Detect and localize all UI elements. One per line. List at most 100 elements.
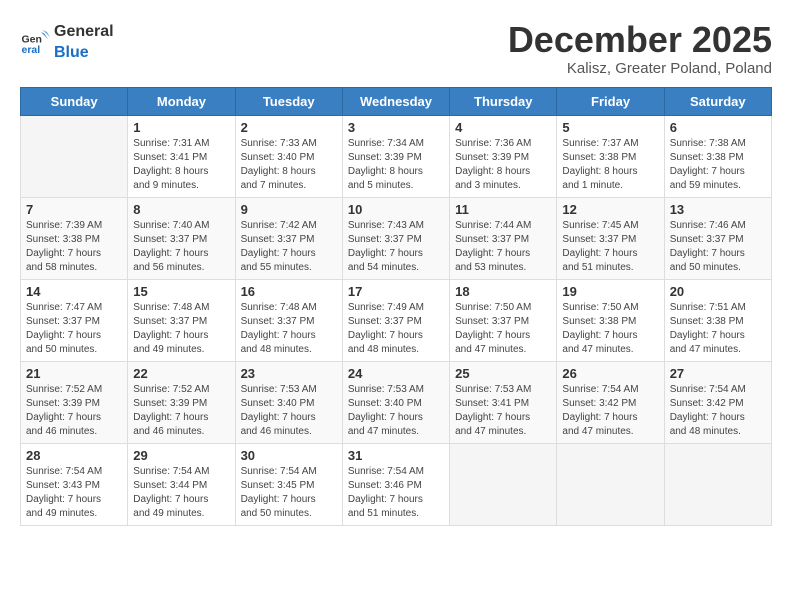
calendar-cell: [664, 443, 771, 525]
day-info: Sunrise: 7:54 AMSunset: 3:46 PMDaylight:…: [348, 465, 444, 521]
day-info: Sunrise: 7:47 AMSunset: 3:37 PMDaylight:…: [26, 301, 122, 357]
calendar-cell: 26Sunrise: 7:54 AMSunset: 3:42 PMDayligh…: [557, 361, 664, 443]
day-number: 27: [670, 366, 766, 381]
calendar-cell: 11Sunrise: 7:44 AMSunset: 3:37 PMDayligh…: [450, 197, 557, 279]
day-info: Sunrise: 7:48 AMSunset: 3:37 PMDaylight:…: [241, 301, 337, 357]
calendar-cell: 1 Sunrise: 7:31 AMSunset: 3:41 PMDaylight…: [128, 115, 235, 197]
calendar-cell: 17 Sunrise: 7:49 AMSunset: 3:37 PMDayligh…: [342, 279, 449, 361]
calendar-cell: 13Sunrise: 7:46 AMSunset: 3:37 PMDayligh…: [664, 197, 771, 279]
calendar-week-5: 28Sunrise: 7:54 AMSunset: 3:43 PMDayligh…: [21, 443, 772, 525]
calendar-cell: 12Sunrise: 7:45 AMSunset: 3:37 PMDayligh…: [557, 197, 664, 279]
day-info: Sunrise: 7:54 AMSunset: 3:42 PMDaylight:…: [670, 383, 766, 439]
day-number: 18: [455, 284, 551, 299]
weekday-header-tuesday: Tuesday: [235, 87, 342, 115]
day-number: 19: [562, 284, 658, 299]
calendar-cell: 30Sunrise: 7:54 AMSunset: 3:45 PMDayligh…: [235, 443, 342, 525]
logo-blue: Blue: [54, 44, 89, 61]
calendar-cell: 8Sunrise: 7:40 AMSunset: 3:37 PMDaylight…: [128, 197, 235, 279]
calendar-cell: 10Sunrise: 7:43 AMSunset: 3:37 PMDayligh…: [342, 197, 449, 279]
day-info: Sunrise: 7:34 AMSunset: 3:39 PMDaylight:…: [348, 137, 444, 193]
day-number: 22: [133, 366, 229, 381]
calendar-cell: 29 Sunrise: 7:54 AMSunset: 3:44 PMDayligh…: [128, 443, 235, 525]
day-info: Sunrise: 7:50 AMSunset: 3:38 PMDaylight:…: [562, 301, 658, 357]
day-number: 29: [133, 448, 229, 463]
calendar-cell: 25 Sunrise: 7:53 AMSunset: 3:41 PMDayligh…: [450, 361, 557, 443]
day-number: 15: [133, 284, 229, 299]
calendar-cell: 18Sunrise: 7:50 AMSunset: 3:37 PMDayligh…: [450, 279, 557, 361]
day-number: 4: [455, 120, 551, 135]
calendar-table: SundayMondayTuesdayWednesdayThursdayFrid…: [20, 87, 772, 526]
calendar-week-4: 21 Sunrise: 7:52 AMSunset: 3:39 PMDayligh…: [21, 361, 772, 443]
day-number: 3: [348, 120, 444, 135]
calendar-cell: 7 Sunrise: 7:39 AMSunset: 3:38 PMDaylight…: [21, 197, 128, 279]
calendar-week-2: 7 Sunrise: 7:39 AMSunset: 3:38 PMDaylight…: [21, 197, 772, 279]
calendar-cell: 15 Sunrise: 7:48 AMSunset: 3:37 PMDayligh…: [128, 279, 235, 361]
day-number: 2: [241, 120, 337, 135]
calendar-cell: 24Sunrise: 7:53 AMSunset: 3:40 PMDayligh…: [342, 361, 449, 443]
day-number: 14: [26, 284, 122, 299]
day-info: Sunrise: 7:48 AMSunset: 3:37 PMDaylight:…: [133, 301, 229, 357]
calendar-week-3: 14 Sunrise: 7:47 AMSunset: 3:37 PMDayligh…: [21, 279, 772, 361]
svg-text:eral: eral: [22, 44, 41, 56]
weekday-header-saturday: Saturday: [664, 87, 771, 115]
weekday-header-thursday: Thursday: [450, 87, 557, 115]
day-number: 25: [455, 366, 551, 381]
calendar-cell: 2Sunrise: 7:33 AMSunset: 3:40 PMDaylight…: [235, 115, 342, 197]
day-info: Sunrise: 7:43 AMSunset: 3:37 PMDaylight:…: [348, 219, 444, 275]
calendar-cell: 28Sunrise: 7:54 AMSunset: 3:43 PMDayligh…: [21, 443, 128, 525]
day-info: Sunrise: 7:49 AMSunset: 3:37 PMDaylight:…: [348, 301, 444, 357]
calendar-cell: 14 Sunrise: 7:47 AMSunset: 3:37 PMDayligh…: [21, 279, 128, 361]
day-info: Sunrise: 7:36 AMSunset: 3:39 PMDaylight:…: [455, 137, 551, 193]
day-number: 30: [241, 448, 337, 463]
calendar-cell: 31 Sunrise: 7:54 AMSunset: 3:46 PMDayligh…: [342, 443, 449, 525]
logo-general: General: [54, 23, 114, 40]
calendar-cell: [21, 115, 128, 197]
calendar-cell: 6 Sunrise: 7:38 AMSunset: 3:38 PMDaylight…: [664, 115, 771, 197]
day-number: 26: [562, 366, 658, 381]
day-number: 17: [348, 284, 444, 299]
day-number: 6: [670, 120, 766, 135]
day-info: Sunrise: 7:38 AMSunset: 3:38 PMDaylight:…: [670, 137, 766, 193]
day-number: 9: [241, 202, 337, 217]
calendar-cell: [557, 443, 664, 525]
day-info: Sunrise: 7:37 AMSunset: 3:38 PMDaylight:…: [562, 137, 658, 193]
day-info: Sunrise: 7:53 AMSunset: 3:41 PMDaylight:…: [455, 383, 551, 439]
day-number: 7: [26, 202, 122, 217]
calendar-cell: 21Sunrise: 7:52 AMSunset: 3:39 PMDayligh…: [21, 361, 128, 443]
day-info: Sunrise: 7:54 AMSunset: 3:44 PMDaylight:…: [133, 465, 229, 521]
day-number: 1: [133, 120, 229, 135]
calendar-cell: 16 Sunrise: 7:48 AMSunset: 3:37 PMDayligh…: [235, 279, 342, 361]
calendar-cell: 4 Sunrise: 7:36 AMSunset: 3:39 PMDaylight…: [450, 115, 557, 197]
calendar-week-1: 1 Sunrise: 7:31 AMSunset: 3:41 PMDaylight…: [21, 115, 772, 197]
day-number: 21: [26, 366, 122, 381]
weekday-header-monday: Monday: [128, 87, 235, 115]
day-number: 8: [133, 202, 229, 217]
day-info: Sunrise: 7:53 AMSunset: 3:40 PMDaylight:…: [348, 383, 444, 439]
logo: Gen eral General Blue: [20, 20, 114, 62]
day-info: Sunrise: 7:31 AMSunset: 3:41 PMDaylight:…: [133, 137, 229, 193]
title-block: December 2025 Kalisz, Greater Poland, Po…: [508, 20, 772, 77]
day-number: 20: [670, 284, 766, 299]
calendar-cell: 19 Sunrise: 7:50 AMSunset: 3:38 PMDayligh…: [557, 279, 664, 361]
logo-icon: Gen eral: [20, 26, 50, 56]
calendar-cell: 20 Sunrise: 7:51 AMSunset: 3:38 PMDayligh…: [664, 279, 771, 361]
calendar-cell: 27 Sunrise: 7:54 AMSunset: 3:42 PMDayligh…: [664, 361, 771, 443]
calendar-cell: [450, 443, 557, 525]
weekday-header-wednesday: Wednesday: [342, 87, 449, 115]
day-number: 5: [562, 120, 658, 135]
day-number: 16: [241, 284, 337, 299]
day-info: Sunrise: 7:39 AMSunset: 3:38 PMDaylight:…: [26, 219, 122, 275]
day-number: 31: [348, 448, 444, 463]
calendar-cell: 5 Sunrise: 7:37 AMSunset: 3:38 PMDaylight…: [557, 115, 664, 197]
weekday-header-sunday: Sunday: [21, 87, 128, 115]
weekday-header-row: SundayMondayTuesdayWednesdayThursdayFrid…: [21, 87, 772, 115]
day-info: Sunrise: 7:52 AMSunset: 3:39 PMDaylight:…: [133, 383, 229, 439]
day-info: Sunrise: 7:51 AMSunset: 3:38 PMDaylight:…: [670, 301, 766, 357]
location: Kalisz, Greater Poland, Poland: [508, 60, 772, 77]
day-info: Sunrise: 7:54 AMSunset: 3:43 PMDaylight:…: [26, 465, 122, 521]
day-number: 13: [670, 202, 766, 217]
calendar-cell: 23Sunrise: 7:53 AMSunset: 3:40 PMDayligh…: [235, 361, 342, 443]
day-info: Sunrise: 7:42 AMSunset: 3:37 PMDaylight:…: [241, 219, 337, 275]
day-info: Sunrise: 7:44 AMSunset: 3:37 PMDaylight:…: [455, 219, 551, 275]
month-title: December 2025: [508, 20, 772, 60]
